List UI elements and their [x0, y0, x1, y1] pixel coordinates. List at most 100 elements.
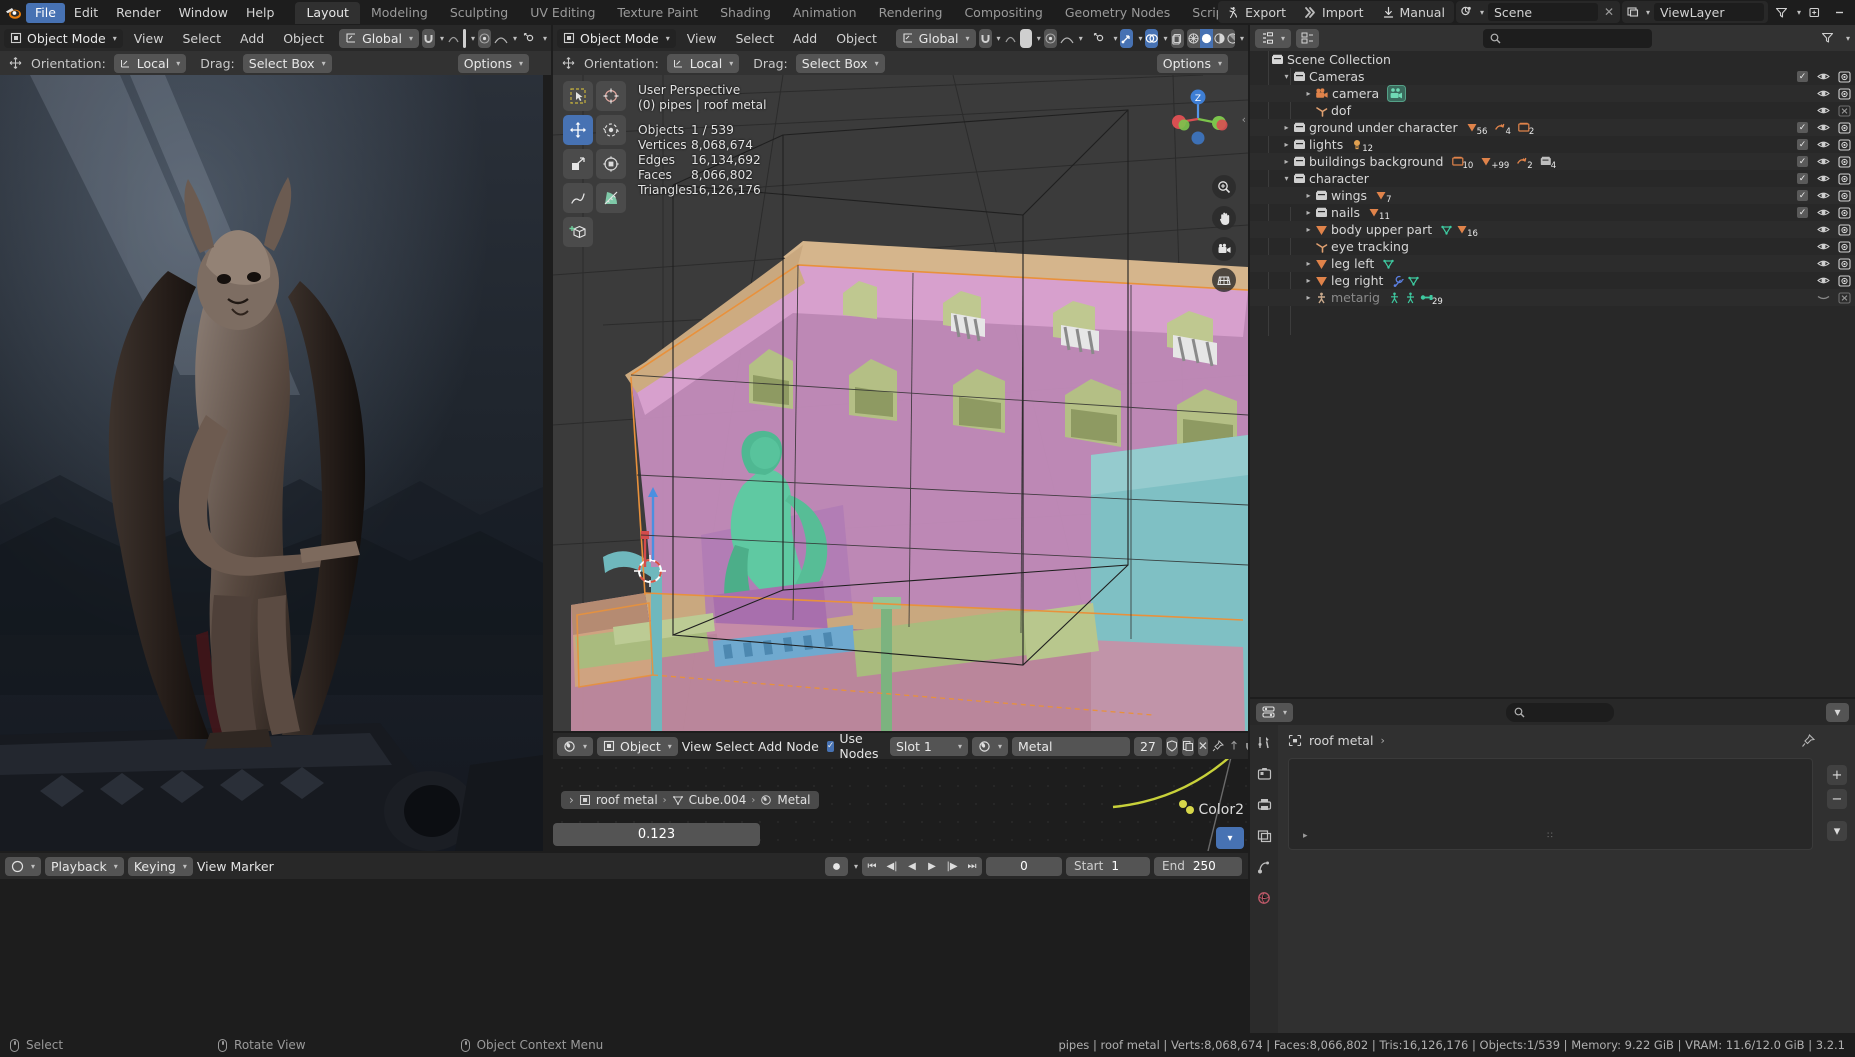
vp-xray-icon[interactable]	[1171, 29, 1184, 48]
vp-gizmo-icon[interactable]	[1120, 29, 1133, 48]
disable-in-renders-camera-icon[interactable]	[1838, 207, 1851, 219]
unlink-material-icon[interactable]: ✕	[1198, 737, 1208, 756]
left-orientation-value-dropdown[interactable]: Local ▾	[114, 54, 186, 73]
outliner-filter-icon[interactable]	[1296, 29, 1319, 48]
menu-edit[interactable]: Edit	[65, 3, 107, 23]
playback-dropdown[interactable]: Playback ▾	[45, 857, 124, 876]
expand-triangle-icon[interactable]: ▸	[1302, 191, 1315, 200]
play-reverse-icon[interactable]: ◀	[902, 857, 922, 876]
expand-triangle-icon[interactable]: ▸	[1302, 89, 1315, 98]
outliner-search-input[interactable]	[1483, 29, 1651, 48]
vp-options-dropdown[interactable]: Options ▾	[1157, 54, 1228, 73]
vp-proportional-editing-icon[interactable]	[1004, 29, 1017, 48]
hide-in-viewport-eye-icon[interactable]	[1817, 173, 1830, 184]
material-slot-dropdown[interactable]: Slot 1 ▾	[890, 737, 968, 756]
shader-editor-type-dropdown[interactable]: ▾	[557, 737, 593, 756]
expand-triangle-icon[interactable]: ▸	[1302, 293, 1315, 302]
disable-in-renders-camera-icon[interactable]	[1838, 105, 1851, 117]
properties-breadcrumb[interactable]: roof metal ›	[1278, 725, 1855, 756]
outliner-row-scene-collection[interactable]: ▸ Scene Collection	[1250, 51, 1855, 68]
hide-in-viewport-eye-icon[interactable]	[1817, 258, 1830, 269]
disable-in-renders-camera-icon[interactable]	[1838, 190, 1851, 202]
hide-in-viewport-eye-icon[interactable]	[1817, 122, 1830, 133]
manual-button[interactable]: Manual	[1373, 1, 1454, 23]
vp-menu-view[interactable]: View	[679, 28, 725, 48]
exclude-checkbox[interactable]: ✓	[1797, 173, 1809, 184]
scene-selector[interactable]: ▾ Scene ✕	[1456, 1, 1620, 23]
current-frame-field[interactable]: 0	[986, 857, 1062, 876]
outliner-row-buildings-background[interactable]: ▸buildings background10+9924✓	[1250, 153, 1855, 170]
tool-select-box-icon[interactable]	[563, 81, 593, 111]
shader-snap-icon[interactable]	[1228, 737, 1240, 756]
properties-search-input[interactable]	[1506, 703, 1614, 722]
new-material-copy-icon[interactable]	[1182, 737, 1194, 756]
outliner-row-ground-under-character[interactable]: ▸ground under character5642✓	[1250, 119, 1855, 136]
navigation-gizmo[interactable]: Z	[1166, 87, 1230, 151]
proportional-editing-icon[interactable]	[447, 29, 460, 48]
tool-add-cube-icon[interactable]	[563, 217, 593, 247]
hide-in-viewport-eye-icon[interactable]	[1817, 139, 1830, 150]
shading-rendered-icon[interactable]	[1226, 29, 1235, 48]
left-menu-select[interactable]: Select	[174, 28, 229, 48]
exclude-checkbox[interactable]: ✓	[1797, 207, 1809, 218]
start-frame-field[interactable]: Start 1	[1066, 857, 1150, 876]
disable-in-renders-camera-icon[interactable]	[1838, 224, 1851, 236]
scene-name-field[interactable]: Scene	[1488, 3, 1598, 21]
tab-texture-paint[interactable]: Texture Paint	[606, 2, 709, 24]
next-keyframe-icon[interactable]: |▶	[942, 857, 962, 876]
timeline-editor[interactable]: ▾ Playback ▾ Keying ▾ View Marker ▾ ⏮ ◀|	[0, 853, 1248, 1033]
tool-move-icon[interactable]	[563, 115, 593, 145]
toggle-perspective-icon[interactable]	[1212, 268, 1236, 292]
material-browse-dropdown[interactable]: ▾	[972, 737, 1008, 756]
timeline-menu-marker[interactable]: Marker	[231, 859, 274, 874]
left-menu-view[interactable]: View	[126, 28, 172, 48]
filter-viewlayer-icon[interactable]	[1770, 3, 1793, 22]
vp-orientation-value-dropdown[interactable]: Local ▾	[667, 54, 739, 73]
outliner-row-dof[interactable]: ▸dof	[1250, 102, 1855, 119]
shader-sidebar-toggle[interactable]: ▾	[1216, 827, 1244, 849]
vp-snap-target-icon[interactable]	[1044, 29, 1057, 48]
vp-overlays-icon[interactable]	[1145, 29, 1158, 48]
left-editor-mode-dropdown[interactable]: Object Mode ▾	[4, 29, 123, 48]
tab-rendering[interactable]: Rendering	[868, 2, 954, 24]
shading-solid-icon[interactable]	[1200, 29, 1213, 48]
hide-in-viewport-eye-icon[interactable]	[1817, 241, 1830, 252]
expand-triangle-icon[interactable]: ▸	[1302, 208, 1315, 217]
vp-proportional-falloff-icon[interactable]	[1020, 29, 1032, 48]
exclude-checkbox[interactable]: ✓	[1797, 190, 1809, 201]
outliner-display-mode-dropdown[interactable]: ▾	[1255, 29, 1291, 48]
snap-magnet-icon[interactable]	[422, 29, 435, 48]
tool-annotate-icon[interactable]	[563, 183, 593, 213]
properties-list-panel[interactable]: ▸ ∷	[1288, 758, 1813, 850]
viewport-3d[interactable]: Object Mode ▾ View Select Add Object Glo…	[553, 25, 1248, 731]
viewport-canvas[interactable]: User Perspective (0) pipes | roof metal …	[553, 75, 1248, 731]
use-nodes-checkbox[interactable]: ✓ Use Nodes	[827, 733, 882, 761]
end-frame-field[interactable]: End 250	[1154, 857, 1242, 876]
outliner-row-metarig[interactable]: ▸metarig29	[1250, 289, 1855, 306]
outliner-row-character[interactable]: ▾character✓	[1250, 170, 1855, 187]
disable-in-renders-camera-icon[interactable]	[1838, 88, 1851, 100]
shader-editor[interactable]: ▾ Object ▾ View Select Add Node ✓ Use No…	[553, 733, 1248, 851]
add-slot-button[interactable]: +	[1827, 765, 1847, 785]
viewlayer-name-field[interactable]: ViewLayer	[1654, 3, 1764, 21]
left-options-dropdown[interactable]: Options ▾	[458, 54, 529, 73]
play-icon[interactable]: ▶	[922, 857, 942, 876]
left-orientation-dropdown[interactable]: Global ▾	[339, 29, 419, 48]
slot-specials-button[interactable]: ▾	[1827, 821, 1847, 841]
hide-in-viewport-eye-icon[interactable]	[1817, 190, 1830, 201]
exclude-checkbox[interactable]: ✓	[1797, 156, 1809, 167]
tab-sculpting[interactable]: Sculpting	[439, 2, 519, 24]
left-menu-object[interactable]: Object	[275, 28, 332, 48]
prev-keyframe-icon[interactable]: ◀|	[882, 857, 902, 876]
outliner-filter-funnel-icon[interactable]	[1816, 29, 1839, 48]
expand-triangle-icon[interactable]: ▸	[1302, 259, 1315, 268]
vp-menu-object[interactable]: Object	[828, 28, 885, 48]
left-menu-add[interactable]: Add	[232, 28, 272, 48]
properties-tab-viewlayer[interactable]	[1257, 829, 1272, 843]
export-button[interactable]: Export	[1218, 1, 1295, 23]
visibility-icon[interactable]	[523, 29, 538, 48]
tool-rotate-icon[interactable]	[596, 115, 626, 145]
pin-icon[interactable]	[1212, 737, 1224, 756]
shader-menu-view[interactable]: View	[682, 739, 712, 754]
expand-triangle-icon[interactable]: ▸	[1280, 123, 1293, 132]
